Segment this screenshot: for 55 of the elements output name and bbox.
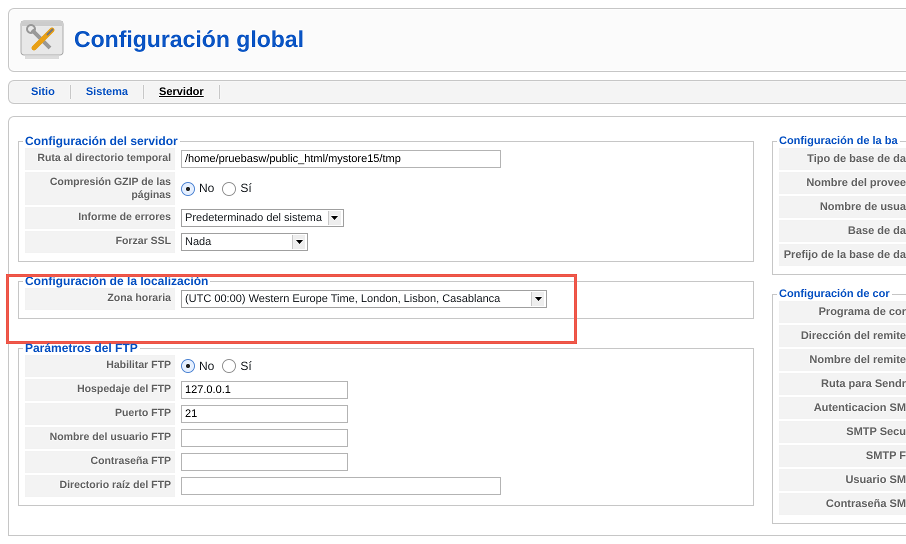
radio-button[interactable] [181,359,195,374]
caret-icon [296,240,302,244]
field-label: Prefijo de la base de da [779,244,906,266]
input-field[interactable] [181,429,348,448]
input-field[interactable] [181,477,501,496]
tools-icon [20,20,64,60]
radio-button[interactable] [222,182,236,196]
dropdown[interactable]: (UTC 00:00) Western Europe Time, London, Lisbon, Casablanca [181,290,547,308]
field-label: SMTP Secu [779,421,906,443]
field-label: Ruta para Sendr [779,373,906,395]
radio-label: Sí [240,358,252,374]
section-title: Configuración de la localización [24,274,210,288]
field-label: Nombre del remite [779,349,906,371]
section-title: Parámetros del FTP [24,341,139,356]
radio-button[interactable] [222,359,236,374]
field-label: Compresión GZIP de las páginas [25,172,175,206]
section-title: Configuración del servidor [24,134,179,148]
radio-label: No [199,358,214,374]
radio-label: Sí [240,181,252,196]
input-field[interactable]: /home/pruebasw/public_html/mystore15/tmp [181,150,501,168]
input-field[interactable] [181,453,348,472]
field-label: Contraseña FTP [25,451,175,474]
dropdown[interactable]: Predeterminado del sistema [181,209,344,228]
dropdown[interactable]: Nada [181,233,308,252]
input-field[interactable]: 21 [181,405,348,424]
field-label: Base de da [779,220,906,242]
field-label: Ruta al directorio temporal [25,148,175,170]
field-label: Zona horaria [25,288,175,310]
tab[interactable]: Sitio [24,85,71,99]
section-title: Configuración de la ba [778,134,899,148]
tab[interactable]: Servidor [144,85,220,99]
input-field[interactable]: 127.0.0.1 [181,381,348,400]
field-label: Tipo de base de da [779,148,906,170]
radio-button[interactable] [181,182,195,196]
caret-icon [331,216,338,220]
field-label: Nombre de usua [779,196,906,218]
field-label: SMTP F [779,445,906,467]
page-title: Configuración global [74,26,304,54]
field-label: Habilitar FTP [25,355,175,378]
field-label: Programa de cor [779,301,906,323]
radio-label: No [199,181,214,196]
field-label: Autenticacion SM [779,397,906,419]
caret-icon [534,297,542,302]
tab[interactable]: Sistema [70,85,144,99]
field-label: Dirección del remite [779,325,906,347]
field-label: Usuario SM [779,469,906,491]
field-label: Informe de errores [25,207,175,230]
field-label: Puerto FTP [25,403,175,426]
field-label: Forzar SSL [25,231,175,254]
field-label: Contraseña SM [779,493,906,515]
field-label: Directorio raíz del FTP [25,475,175,498]
section-title: Configuración de cor [778,287,891,301]
field-label: Nombre del provee [779,172,906,194]
field-label: Hospedaje del FTP [25,379,175,402]
field-label: Nombre del usuario FTP [25,427,175,450]
